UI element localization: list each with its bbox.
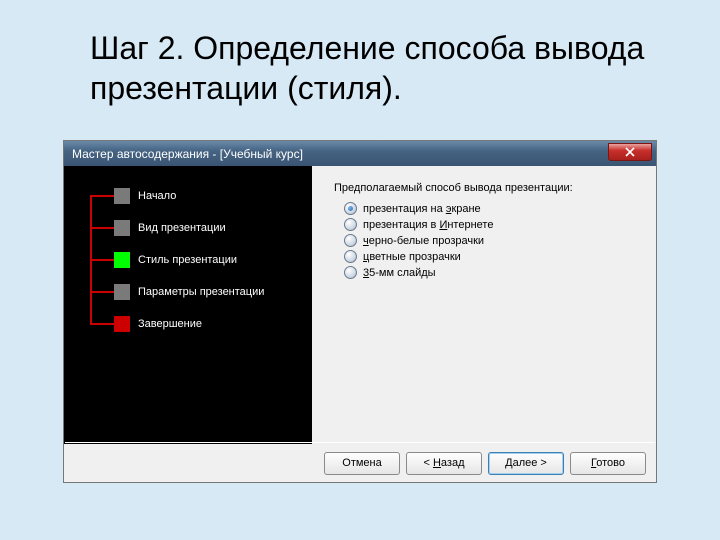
finish-button-label: Готово <box>591 457 625 469</box>
wizard-connector-stub <box>90 259 114 261</box>
dialog-body: Начало Вид презентации Стиль презентации Па… <box>64 166 656 444</box>
step-label: Начало <box>138 190 176 202</box>
window-title: Мастер автосодержания - [Учебный курс] <box>72 147 303 161</box>
wizard-step[interactable]: Завершение <box>114 316 202 332</box>
radio-icon <box>344 234 357 247</box>
wizard-connector-stub <box>90 227 114 229</box>
back-button-label: < Назад <box>423 457 464 469</box>
step-box-icon <box>114 284 130 300</box>
radio-option[interactable]: презентация в Интернете <box>344 218 644 231</box>
radio-option[interactable]: черно-белые прозрачки <box>344 234 644 247</box>
radio-icon <box>344 202 357 215</box>
content-heading: Предполагаемый способ вывода презентации… <box>334 182 644 194</box>
radio-option[interactable]: цветные прозрачки <box>344 250 644 263</box>
content-pane: Предполагаемый способ вывода презентации… <box>312 166 656 444</box>
step-box-icon <box>114 188 130 204</box>
slide-title: Шаг 2. Определение способа вывода презен… <box>0 0 720 122</box>
dialog-window: Мастер автосодержания - [Учебный курс] Н… <box>63 140 657 483</box>
button-bar: Отмена < Назад Далее > Готово <box>64 444 656 482</box>
radio-label: презентация в Интернете <box>363 219 493 231</box>
step-label: Стиль презентации <box>138 254 237 266</box>
titlebar: Мастер автосодержания - [Учебный курс] <box>64 141 656 166</box>
cancel-button[interactable]: Отмена <box>324 452 400 475</box>
step-box-icon <box>114 252 130 268</box>
radio-label: черно-белые прозрачки <box>363 235 484 247</box>
wizard-connector-stub <box>90 323 114 325</box>
step-box-icon <box>114 220 130 236</box>
next-button-label: Далее > <box>505 457 547 469</box>
step-box-icon <box>114 316 130 332</box>
step-label: Параметры презентации <box>138 286 264 298</box>
radio-icon <box>344 218 357 231</box>
radio-icon <box>344 250 357 263</box>
close-button[interactable] <box>608 143 652 161</box>
radio-label: цветные прозрачки <box>363 251 461 263</box>
wizard-sidebar: Начало Вид презентации Стиль презентации Па… <box>64 166 312 444</box>
radio-option[interactable]: 35-мм слайды <box>344 266 644 279</box>
radio-group: презентация на экране презентация в Интер… <box>334 202 644 279</box>
separator <box>65 442 655 443</box>
finish-button[interactable]: Готово <box>570 452 646 475</box>
step-label: Завершение <box>138 318 202 330</box>
radio-option[interactable]: презентация на экране <box>344 202 644 215</box>
wizard-step[interactable]: Параметры презентации <box>114 284 264 300</box>
wizard-connector-stub <box>90 291 114 293</box>
wizard-step[interactable]: Вид презентации <box>114 220 226 236</box>
wizard-step[interactable]: Стиль презентации <box>114 252 237 268</box>
radio-label: презентация на экране <box>363 203 481 215</box>
wizard-connector-stub <box>90 195 114 197</box>
step-label: Вид презентации <box>138 222 226 234</box>
wizard-step[interactable]: Начало <box>114 188 176 204</box>
back-button[interactable]: < Назад <box>406 452 482 475</box>
radio-icon <box>344 266 357 279</box>
close-icon <box>625 147 635 157</box>
next-button[interactable]: Далее > <box>488 452 564 475</box>
radio-label: 35-мм слайды <box>363 267 436 279</box>
